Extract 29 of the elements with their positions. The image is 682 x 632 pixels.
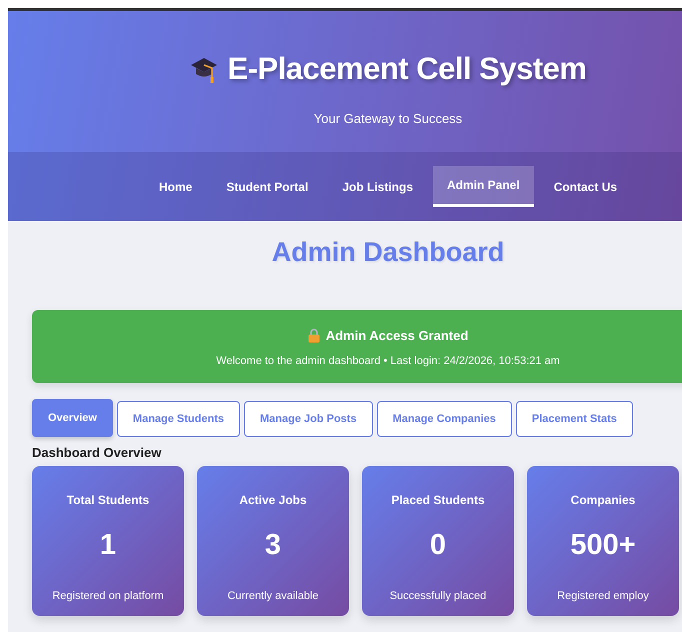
stat-label: Companies: [570, 493, 636, 507]
nav-link[interactable]: Home: [144, 168, 206, 208]
nav-link[interactable]: Student Portal: [212, 168, 322, 208]
nav-link[interactable]: Admin Panel: [433, 166, 534, 207]
tab[interactable]: Overview: [32, 399, 113, 437]
site-title: E-Placement Cell System: [228, 51, 586, 87]
nav-link[interactable]: Contact Us: [540, 168, 632, 208]
nav-link[interactable]: Job Listings: [328, 168, 427, 208]
stat-label: Active Jobs: [239, 493, 307, 507]
tab[interactable]: Manage Companies: [376, 401, 512, 437]
page-title: Admin Dashboard: [270, 237, 506, 268]
stat-value: 500+: [570, 529, 636, 562]
stat-label: Placed Students: [391, 493, 485, 507]
tab[interactable]: Placement Stats: [516, 401, 633, 437]
stat-description: Currently available: [227, 590, 319, 602]
stat-label: Total Students: [66, 493, 150, 507]
stat-description: Registered on platform: [52, 590, 164, 602]
stat-value: 3: [264, 529, 282, 562]
stat-description: Successfully placed: [390, 590, 486, 602]
stat-value: 1: [100, 529, 116, 562]
site-subtitle: Your Gateway to Success: [314, 111, 462, 126]
stat-description: Registered employ: [557, 590, 649, 602]
stat-value: 0: [430, 529, 446, 562]
tab[interactable]: Manage Students: [116, 401, 240, 437]
banner-message: Welcome to the admin dashboard • Last login: 24/2/2026, 10:53:21 am: [216, 355, 560, 367]
section-title: Dashboard Overview: [32, 445, 162, 460]
tab[interactable]: Manage Job Posts: [244, 401, 373, 437]
banner-title: Admin Access Granted: [326, 328, 468, 343]
lock-icon: [308, 328, 320, 343]
